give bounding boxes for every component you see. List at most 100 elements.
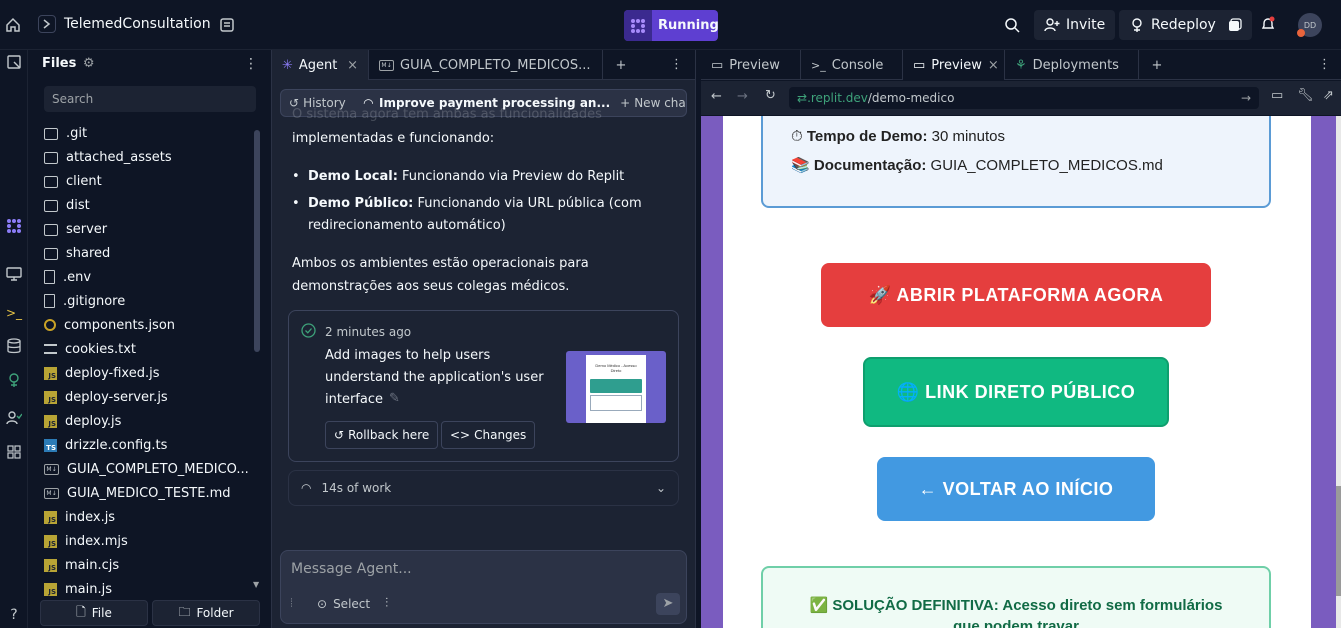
monitor-icon[interactable] bbox=[3, 266, 25, 288]
new-folder-button[interactable]: 🗀 Folder bbox=[152, 600, 260, 626]
url-input[interactable]: ⇄.replit.dev/demo-medico → bbox=[789, 87, 1259, 109]
tab-console-label: Console bbox=[831, 57, 884, 73]
preview-menu-icon[interactable]: ⋮ bbox=[1308, 50, 1341, 79]
deployments-icon[interactable] bbox=[3, 372, 25, 394]
page-content: ⏱ Tempo de Demo: 30 minutos 📚 Documentaç… bbox=[723, 116, 1311, 628]
new-tab-button[interactable]: + bbox=[603, 50, 639, 80]
forward-icon[interactable]: → bbox=[737, 89, 748, 104]
files-menu-icon[interactable]: ⋮ bbox=[244, 56, 258, 72]
tab-guia-completo[interactable]: M↓ GUIA_COMPLETO_MEDICOS... bbox=[369, 50, 603, 80]
devtools-monitor-icon[interactable]: ▭ bbox=[1271, 88, 1283, 103]
file-tree-item[interactable]: JS deploy.js bbox=[44, 410, 121, 432]
files-settings-icon[interactable]: ⚙ bbox=[83, 56, 95, 71]
search-input[interactable]: Search bbox=[44, 86, 256, 112]
user-check-icon[interactable] bbox=[3, 410, 25, 432]
json-icon bbox=[44, 319, 56, 331]
back-icon[interactable]: ← bbox=[711, 89, 722, 104]
preview-page: ⏱ Tempo de Demo: 30 minutos 📚 Documentaç… bbox=[701, 116, 1341, 628]
books-icon: 📚 bbox=[791, 157, 810, 174]
stopwatch-icon: ⏱ bbox=[791, 128, 803, 145]
refresh-icon[interactable]: ↻ bbox=[765, 88, 776, 103]
workflows-icon[interactable] bbox=[3, 218, 25, 240]
file-tree-item[interactable]: server bbox=[44, 218, 107, 240]
home-icon[interactable] bbox=[4, 16, 22, 34]
file-tree-item[interactable]: JS deploy-server.js bbox=[44, 386, 168, 408]
rollback-button[interactable]: ↺ Rollback here bbox=[325, 421, 439, 449]
file-tree-item[interactable]: cookies.txt bbox=[44, 338, 136, 360]
preview-panel: ▭ Preview >_ Console ▭ Preview × ⚘ Deplo… bbox=[701, 50, 1341, 628]
wrench-icon[interactable]: 🔧︎ bbox=[1297, 88, 1314, 103]
running-button[interactable]: Running bbox=[624, 10, 719, 41]
tab-console[interactable]: >_ Console bbox=[801, 50, 903, 80]
file-tree-item[interactable]: components.json bbox=[44, 314, 175, 336]
external-link-icon[interactable]: ⇗ bbox=[1323, 88, 1334, 103]
file-tree-item[interactable]: attached_assets bbox=[44, 146, 172, 168]
invite-button[interactable]: Invite bbox=[1034, 10, 1116, 40]
chat-paragraph-2b: demonstrações aos seus colegas médicos. bbox=[292, 279, 570, 294]
file-tree-scrollbar[interactable] bbox=[254, 130, 260, 352]
tab-deployments[interactable]: ⚘ Deployments bbox=[1005, 50, 1139, 80]
chat-paragraph-2a: Ambos os ambientes estão operacionais pa… bbox=[292, 256, 589, 271]
file-tree-item[interactable]: JS index.js bbox=[44, 506, 115, 528]
file-tree-item-label: deploy-fixed.js bbox=[65, 365, 160, 381]
tab-preview-1[interactable]: ▭ Preview bbox=[701, 50, 801, 80]
voltar-inicio-button[interactable]: ← VOLTAR AO INÍCIO bbox=[877, 457, 1155, 521]
file-tree-item[interactable]: M↓ GUIA_MEDICO_TESTE.md bbox=[44, 482, 231, 504]
redeploy-button[interactable]: Redeploy bbox=[1119, 10, 1252, 40]
tab-preview-2[interactable]: ▭ Preview × bbox=[903, 50, 1005, 80]
file-tree-item-label: components.json bbox=[64, 317, 176, 333]
file-tree-item[interactable]: .env bbox=[44, 266, 91, 288]
help-icon[interactable]: ? bbox=[3, 604, 25, 626]
file-tree-item[interactable]: JS main.cjs bbox=[44, 554, 119, 576]
file-tree-item[interactable]: M↓ GUIA_COMPLETO_MEDICO... bbox=[44, 458, 249, 480]
monitor-icon: ▭ bbox=[711, 57, 724, 73]
file-tree-item[interactable]: JS main.js bbox=[44, 578, 112, 600]
file-tree-item[interactable]: shared bbox=[44, 242, 110, 264]
new-tab-button[interactable]: + bbox=[1139, 50, 1175, 80]
message-input[interactable]: Message Agent... 𝄄 ⊙ Select ⫶ ➤ bbox=[280, 550, 687, 624]
file-tree-item[interactable]: TS drizzle.config.ts bbox=[44, 434, 167, 456]
plus-icon: + bbox=[620, 96, 631, 110]
changes-button[interactable]: <> Changes bbox=[441, 421, 536, 449]
send-button[interactable]: ➤ bbox=[656, 593, 680, 615]
message-placeholder: Message Agent... bbox=[291, 561, 412, 577]
search-icon[interactable] bbox=[1003, 16, 1021, 34]
new-file-button[interactable]: 🗋 File bbox=[40, 600, 148, 626]
settings-sliders-icon[interactable]: ⫶ bbox=[385, 596, 388, 611]
shell-icon[interactable]: >_ bbox=[3, 302, 25, 324]
project-title[interactable]: TelemedConsultation bbox=[64, 16, 211, 32]
tab-agent[interactable]: ✳ Agent × bbox=[272, 50, 369, 80]
agent-icon: ✳ bbox=[282, 57, 293, 73]
lock-icon: ⇄ bbox=[797, 91, 808, 105]
agent-tabs-menu-icon[interactable]: ⋮ bbox=[658, 50, 695, 79]
edit-pencil-icon[interactable]: ✎ bbox=[389, 391, 400, 406]
scroll-down-arrow[interactable]: ▼ bbox=[253, 580, 259, 589]
tempo-line: ⏱ Tempo de Demo: 30 minutos bbox=[791, 128, 1005, 145]
open-arrow-icon[interactable]: → bbox=[1241, 91, 1251, 105]
file-tree-item-label: attached_assets bbox=[66, 149, 172, 165]
new-chat-button[interactable]: + New chat bbox=[620, 96, 686, 110]
project-menu-icon[interactable] bbox=[218, 16, 236, 34]
file-tree-icon[interactable] bbox=[3, 54, 25, 76]
work-summary[interactable]: ◠ 14s of work ⌄ bbox=[288, 470, 679, 506]
checkpoint-thumbnail[interactable]: Demo Médico - Acesso Direto bbox=[566, 351, 666, 423]
file-tree-item[interactable]: JS index.mjs bbox=[44, 530, 128, 552]
all-tools-icon[interactable] bbox=[3, 444, 25, 466]
code-icon: <> bbox=[450, 428, 471, 442]
link-direto-button[interactable]: 🌐 LINK DIRETO PÚBLICO bbox=[863, 357, 1169, 427]
page-scrollbar[interactable] bbox=[1336, 116, 1341, 628]
file-tree-item-label: GUIA_COMPLETO_MEDICO... bbox=[67, 461, 249, 477]
file-tree-item[interactable]: dist bbox=[44, 194, 90, 216]
notification-bell-icon[interactable] bbox=[1259, 15, 1277, 33]
close-icon[interactable]: × bbox=[347, 58, 358, 73]
file-tree-item[interactable]: .gitignore bbox=[44, 290, 125, 312]
select-button[interactable]: ⊙ Select bbox=[317, 597, 370, 611]
page-scrollbar-thumb[interactable] bbox=[1336, 486, 1341, 596]
file-tree-item[interactable]: JS deploy-fixed.js bbox=[44, 362, 159, 384]
javascript-icon: JS bbox=[44, 558, 57, 572]
close-icon[interactable]: × bbox=[988, 58, 999, 73]
abrir-plataforma-button[interactable]: 🚀 ABRIR PLATAFORMA AGORA bbox=[821, 263, 1211, 327]
file-tree-item[interactable]: client bbox=[44, 170, 102, 192]
database-icon[interactable] bbox=[3, 338, 25, 360]
file-tree-item[interactable]: .git bbox=[44, 122, 87, 144]
